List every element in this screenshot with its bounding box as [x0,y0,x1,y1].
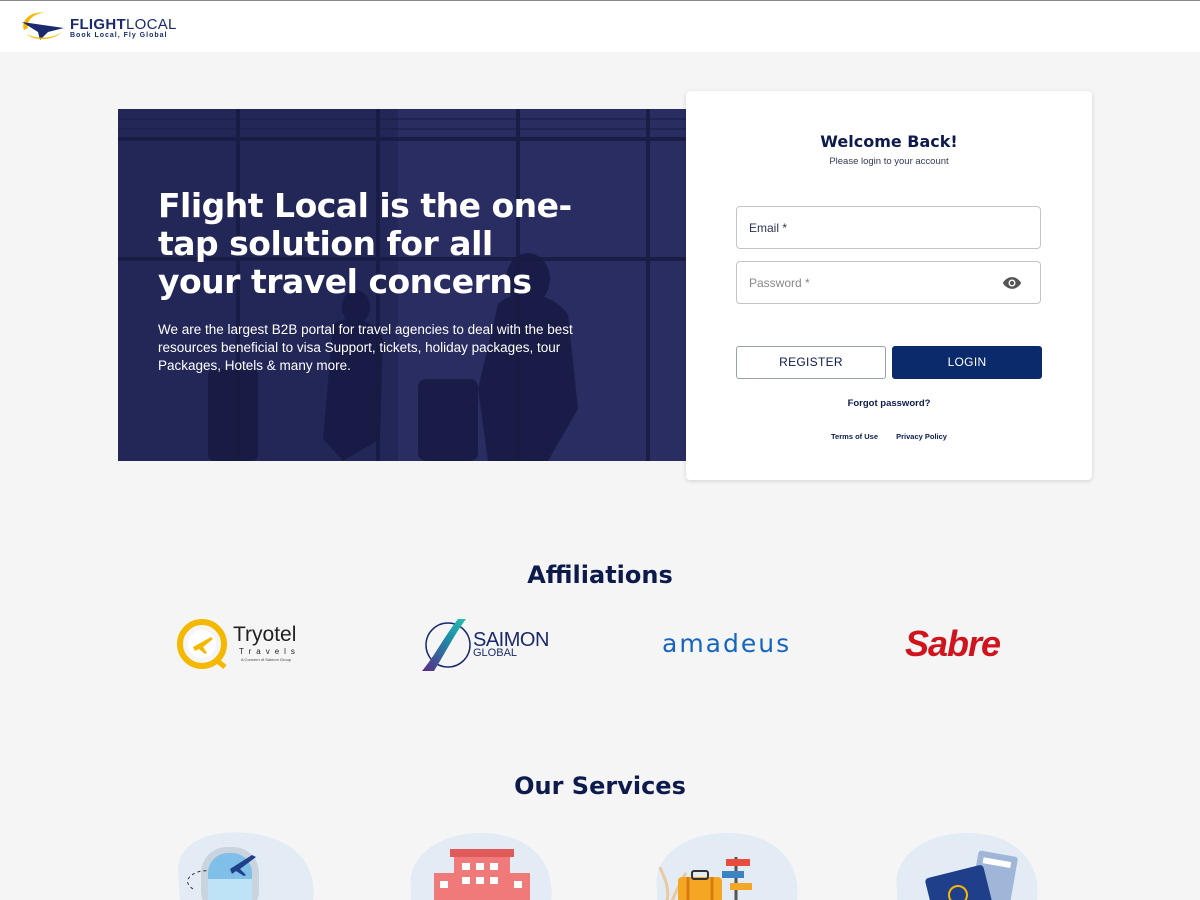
logo-title: FLIGHTLOCAL [70,16,177,33]
hero-description: We are the largest B2B portal for travel… [158,322,573,373]
flight-icon [178,832,314,900]
privacy-policy-link[interactable]: Privacy Policy [896,432,947,441]
terms-of-use-link[interactable]: Terms of Use [831,432,878,441]
affiliations-title: Affiliations [527,561,673,589]
hero-banner: Flight Local is the one-tap solution for… [118,109,686,461]
saimon-global-logo[interactable]: SAIMON GLOBAL [420,613,560,675]
login-title: Welcome Back! [820,132,958,151]
email-input[interactable] [737,207,1040,248]
logo-tagline: Book Local, Fly Global [70,32,168,39]
service-visa-card[interactable] [892,829,1042,900]
tryotel-name: Tryotel [233,623,297,646]
hero-title: Flight Local is the one-tap solution for… [158,186,572,301]
holiday-icon [656,833,798,900]
sabre-logo[interactable]: Sabre [905,613,1037,675]
show-password-icon[interactable] [1002,275,1022,291]
register-button[interactable]: REGISTER [736,346,886,379]
visa-icon [896,833,1038,900]
password-field[interactable] [736,261,1041,304]
email-field[interactable] [736,206,1041,249]
flightlocal-logo[interactable]: FLIGHTLOCAL Book Local, Fly Global [18,8,178,46]
services-title: Our Services [514,772,686,800]
login-card: Welcome Back! Please login to your accou… [686,91,1092,480]
footer-links: Terms of Use Privacy Policy [686,432,1092,441]
saimon-icon [422,619,471,671]
logo-mark-icon [22,12,64,40]
tryotel-tagline: A Concern of Saimon Group [241,657,292,662]
amadeus-name: amadeus [662,629,792,658]
tryotel-icon [177,619,227,669]
tryotel-subtitle: Travels [239,647,300,656]
service-flight-card[interactable] [168,829,318,900]
tryotel-logo[interactable]: Tryotel Travels A Concern of Saimon Grou… [175,613,315,675]
amadeus-logo[interactable]: amadeus [662,613,794,675]
hotel-icon [410,833,552,900]
forgot-password-link[interactable]: Forgot password? [686,398,1092,409]
sabre-name: Sabre [905,623,1001,664]
login-button[interactable]: LOGIN [892,346,1042,379]
saimon-subtitle: GLOBAL [473,647,518,659]
password-input[interactable] [737,262,1040,303]
login-subtitle: Please login to your account [829,156,949,167]
service-hotel-card[interactable] [406,829,556,900]
top-header: FLIGHTLOCAL Book Local, Fly Global [0,1,1200,52]
service-holiday-card[interactable] [652,829,802,900]
